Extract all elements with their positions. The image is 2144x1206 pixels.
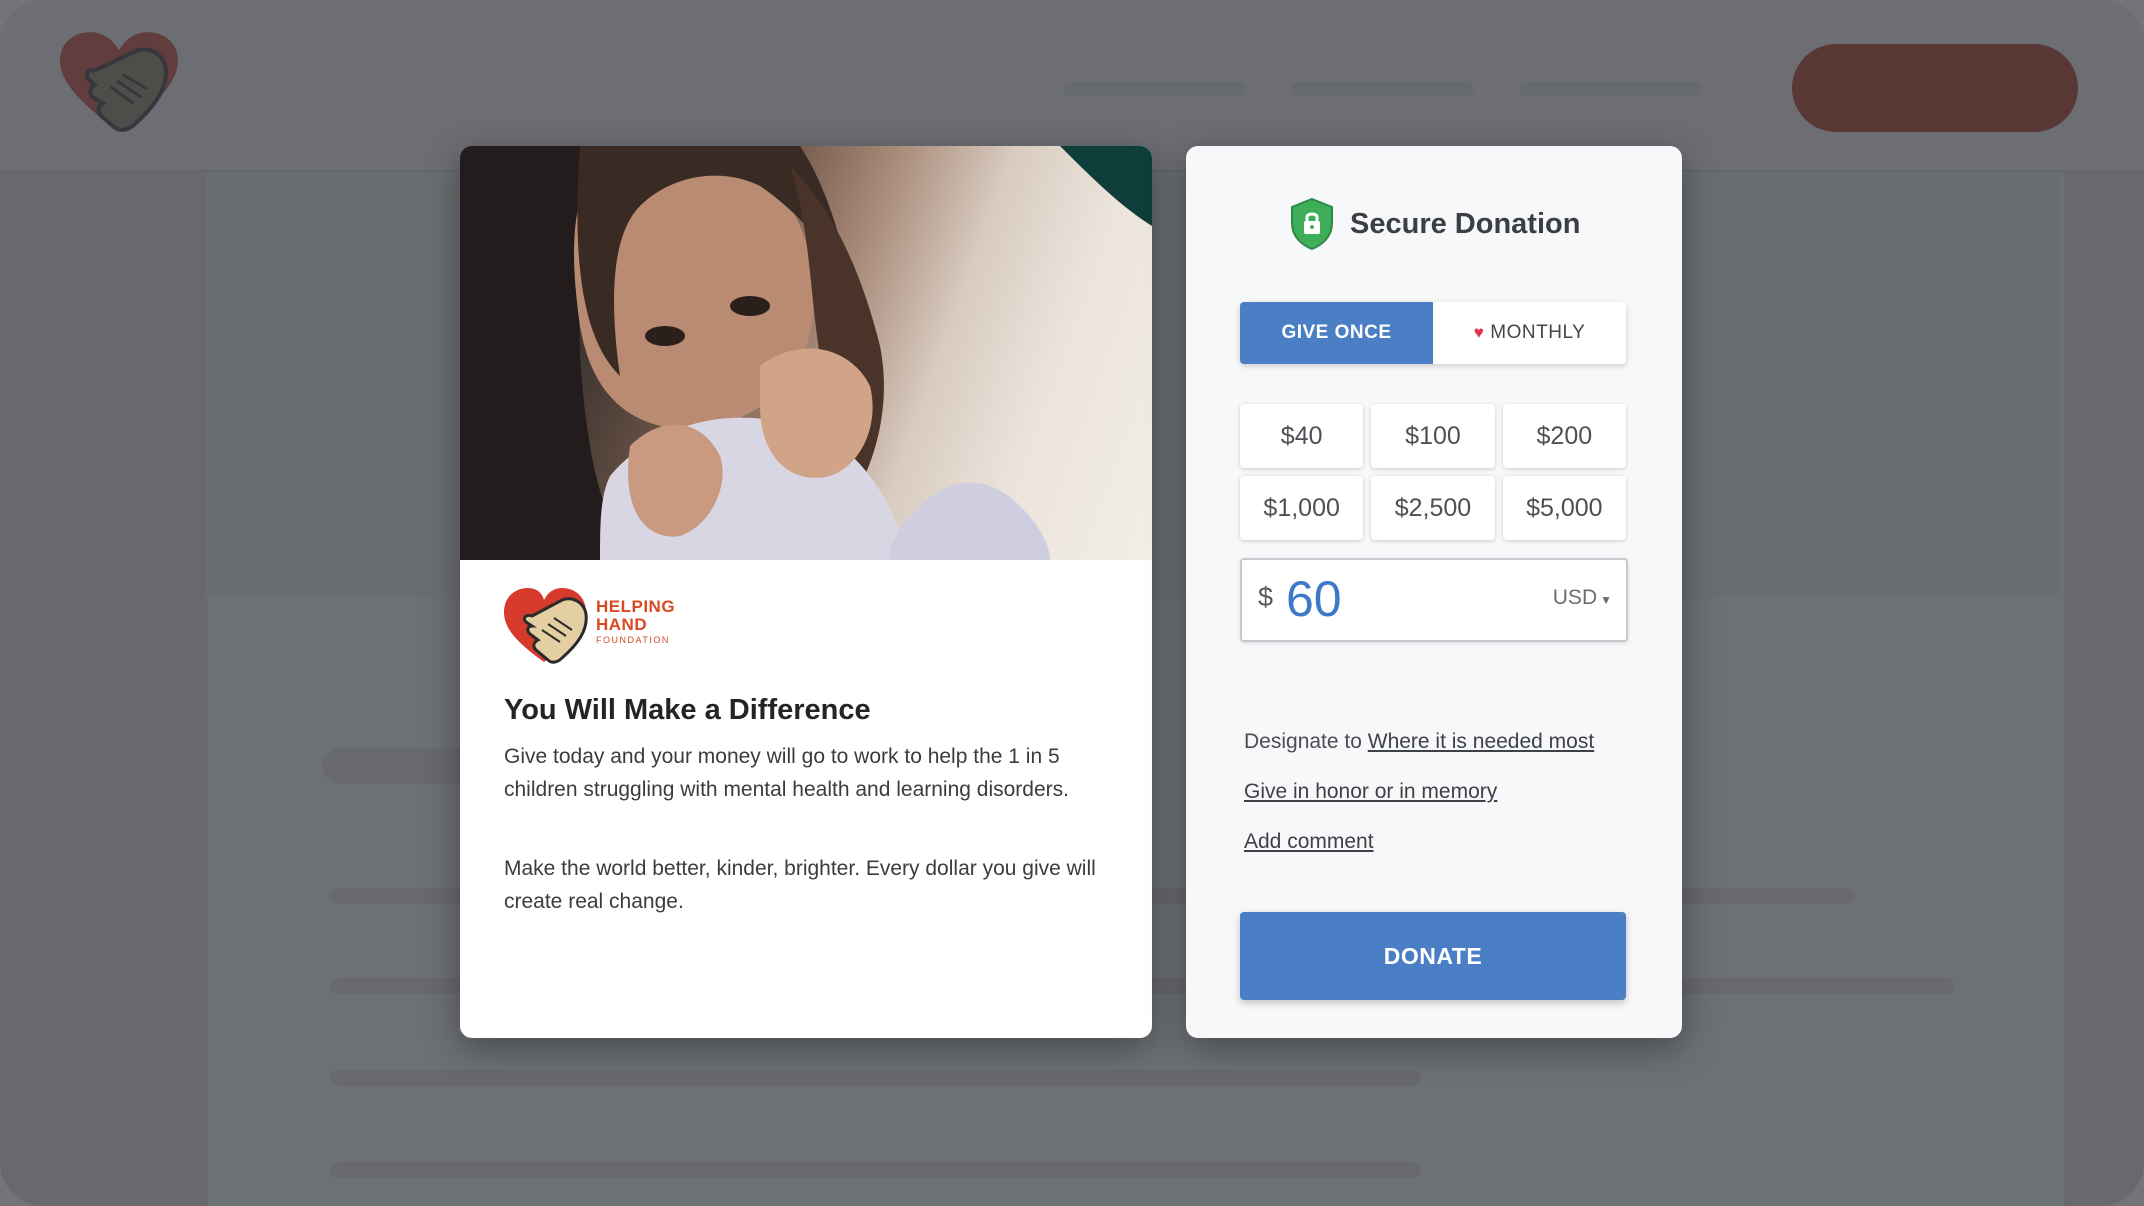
currency-symbol: $ bbox=[1258, 582, 1274, 612]
designate-prefix: Designate to bbox=[1244, 730, 1368, 753]
amount-input[interactable] bbox=[1286, 568, 1506, 630]
campaign-description: Give today and your money will go to wor… bbox=[504, 745, 1069, 801]
chevron-down-icon: ▼ bbox=[1600, 593, 1612, 607]
org-name-line2: HAND bbox=[596, 615, 648, 634]
org-subtitle: FOUNDATION bbox=[596, 635, 670, 645]
donation-form: Secure Donation GIVE ONCE ♥ MONTHLY $40 … bbox=[1186, 146, 1682, 1038]
amount-option[interactable]: $5,000 bbox=[1502, 476, 1626, 540]
frequency-toggle: GIVE ONCE ♥ MONTHLY bbox=[1240, 302, 1626, 364]
org-name-line1: HELPING bbox=[596, 597, 676, 616]
designation-row: Designate to Where it is needed most bbox=[1244, 730, 1594, 754]
comment-row: Add comment bbox=[1244, 830, 1374, 854]
give-once-tab[interactable]: GIVE ONCE bbox=[1240, 302, 1433, 364]
monthly-label: MONTHLY bbox=[1490, 322, 1586, 343]
currency-dropdown[interactable]: USD ▼ bbox=[1553, 586, 1612, 610]
page-frame: HELPING HAND FOUNDATION You Will Make a … bbox=[0, 0, 2144, 1206]
amount-option[interactable]: $1,000 bbox=[1240, 476, 1364, 540]
campaign-title: You Will Make a Difference bbox=[504, 694, 871, 726]
amount-option[interactable]: $2,500 bbox=[1371, 476, 1495, 540]
tribute-link[interactable]: Give in honor or in memory bbox=[1244, 780, 1497, 803]
give-once-label: GIVE ONCE bbox=[1281, 322, 1392, 343]
add-comment-link[interactable]: Add comment bbox=[1244, 830, 1374, 853]
designation-link[interactable]: Where it is needed most bbox=[1368, 730, 1594, 753]
org-name: HELPING HAND bbox=[596, 598, 675, 634]
donate-button[interactable]: DONATE bbox=[1240, 912, 1626, 1000]
campaign-description-2: Make the world better, kinder, brighter.… bbox=[504, 857, 1096, 913]
currency-value: USD bbox=[1552, 586, 1598, 609]
monthly-tab[interactable]: ♥ MONTHLY bbox=[1433, 302, 1626, 364]
campaign-card: HELPING HAND FOUNDATION You Will Make a … bbox=[460, 146, 1152, 1038]
donation-title: Secure Donation bbox=[1350, 207, 1581, 240]
heart-icon: ♥ bbox=[1473, 323, 1485, 342]
custom-amount-field: $ USD▼ bbox=[1240, 558, 1628, 642]
amount-option[interactable]: $40 bbox=[1240, 404, 1364, 468]
campaign-photo bbox=[460, 146, 1152, 560]
shield-lock-icon bbox=[1291, 197, 1333, 251]
donation-header: Secure Donation bbox=[1290, 196, 1580, 252]
amount-option[interactable]: $200 bbox=[1502, 404, 1626, 468]
tribute-row: Give in honor or in memory bbox=[1244, 780, 1497, 804]
preset-amounts: $40 $100 $200 $1,000 $2,500 $5,000 bbox=[1240, 404, 1626, 540]
amount-option[interactable]: $100 bbox=[1371, 404, 1495, 468]
